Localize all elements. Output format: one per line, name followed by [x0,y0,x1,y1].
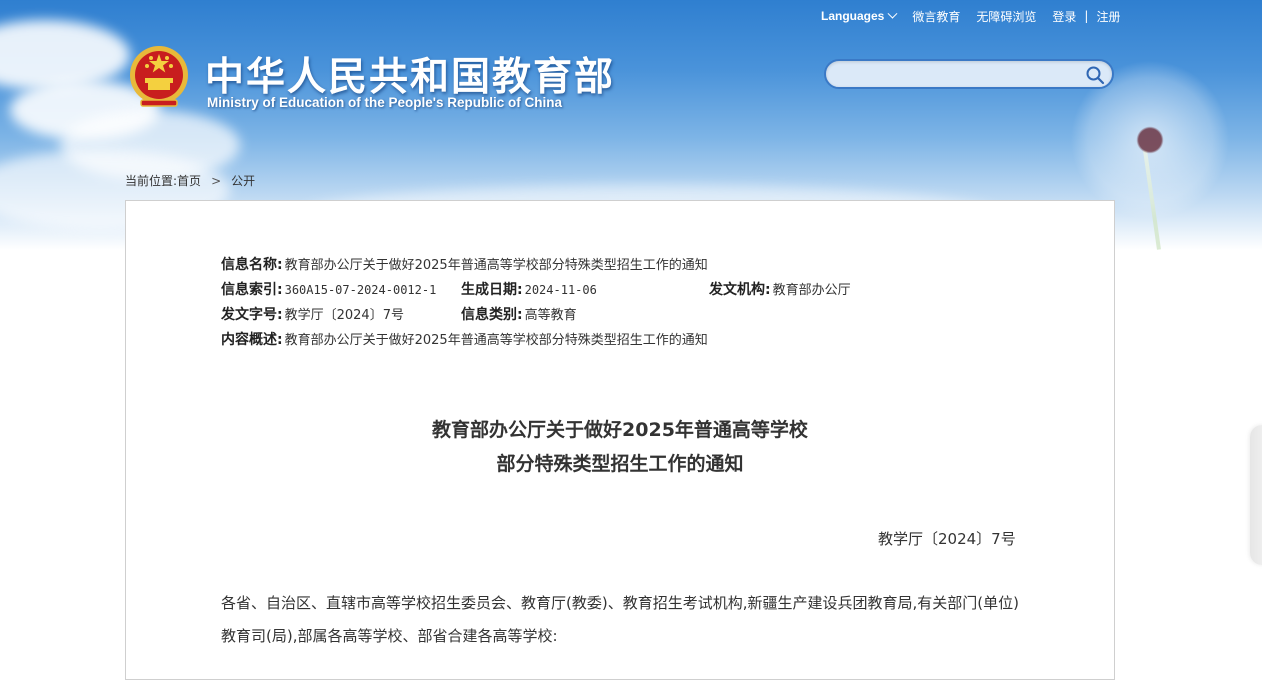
breadcrumb: 当前位置:首页 > 公开 [125,172,255,189]
chevron-down-icon [887,8,898,19]
meta-value: 教育部办公厅关于做好2025年普通高等学校部分特殊类型招生工作的通知 [284,258,708,273]
meta-label: 发文字号: [221,307,283,323]
breadcrumb-prefix: 当前位置: [125,174,178,188]
meta-value: 2024-11-06 [524,283,597,297]
info-metadata: 信息名称: 教育部办公厅关于做好2025年普通高等学校部分特殊类型招生工作的通知 … [221,253,851,353]
content-panel: 信息名称: 教育部办公厅关于做好2025年普通高等学校部分特殊类型招生工作的通知 … [125,200,1115,680]
nav-separator: | [1084,9,1089,23]
meta-value: 360A15-07-2024-0012-1 [284,283,437,297]
site-title[interactable]: 中华人民共和国教育部 [205,46,615,102]
breadcrumb-current[interactable]: 公开 [231,174,255,188]
search-box [824,59,1114,89]
meta-label: 生成日期: [461,282,523,298]
document-number: 教学厅〔2024〕7号 [878,530,1016,548]
languages-dropdown[interactable]: Languages [821,8,898,23]
meta-value: 教育部办公厅关于做好2025年普通高等学校部分特殊类型招生工作的通知 [284,333,708,348]
side-panel-handle[interactable] [1250,425,1262,565]
national-emblem-icon[interactable] [127,44,191,110]
site-subtitle: Ministry of Education of the People's Re… [207,95,562,110]
meta-label: 内容概述: [221,332,283,348]
meta-row-docno: 发文字号: 教学厅〔2024〕7号 信息类别: 高等教育 [221,303,708,328]
accessibility-link[interactable]: 无障碍浏览 [976,8,1036,25]
meta-label: 信息类别: [461,307,523,323]
document-body: 各省、自治区、直辖市高等学校招生委员会、教育厅(教委)、教育招生考试机构,新疆生… [221,594,1019,645]
document-title-line1: 教育部办公厅关于做好2025年普通高等学校 [432,419,808,441]
top-navigation: Languages 微言教育 无障碍浏览 登录 | 注册 [821,6,1120,26]
meta-label: 信息名称: [221,257,283,273]
search-icon[interactable] [1085,65,1105,85]
meta-row-index: 信息索引: 360A15-07-2024-0012-1 生成日期: 2024-11-… [221,278,851,303]
languages-label: Languages [821,9,885,23]
register-link[interactable]: 注册 [1096,8,1120,25]
login-link[interactable]: 登录 [1052,8,1076,25]
meta-row-name: 信息名称: 教育部办公厅关于做好2025年普通高等学校部分特殊类型招生工作的通知 [221,253,708,278]
meta-label: 发文机构: [709,282,771,298]
breadcrumb-separator: > [211,174,222,188]
meta-row-summary: 内容概述: 教育部办公厅关于做好2025年普通高等学校部分特殊类型招生工作的通知 [221,328,708,353]
meta-value: 教学厅〔2024〕7号 [284,308,404,323]
weiyan-link[interactable]: 微言教育 [912,8,960,25]
search-input[interactable] [836,64,1080,86]
meta-value: 高等教育 [524,308,577,323]
document-title-line2: 部分特殊类型招生工作的通知 [496,453,744,475]
meta-label: 信息索引: [221,282,283,298]
cloud-decoration [0,20,130,90]
meta-value: 教育部办公厅 [772,283,851,298]
breadcrumb-home[interactable]: 首页 [177,174,201,188]
